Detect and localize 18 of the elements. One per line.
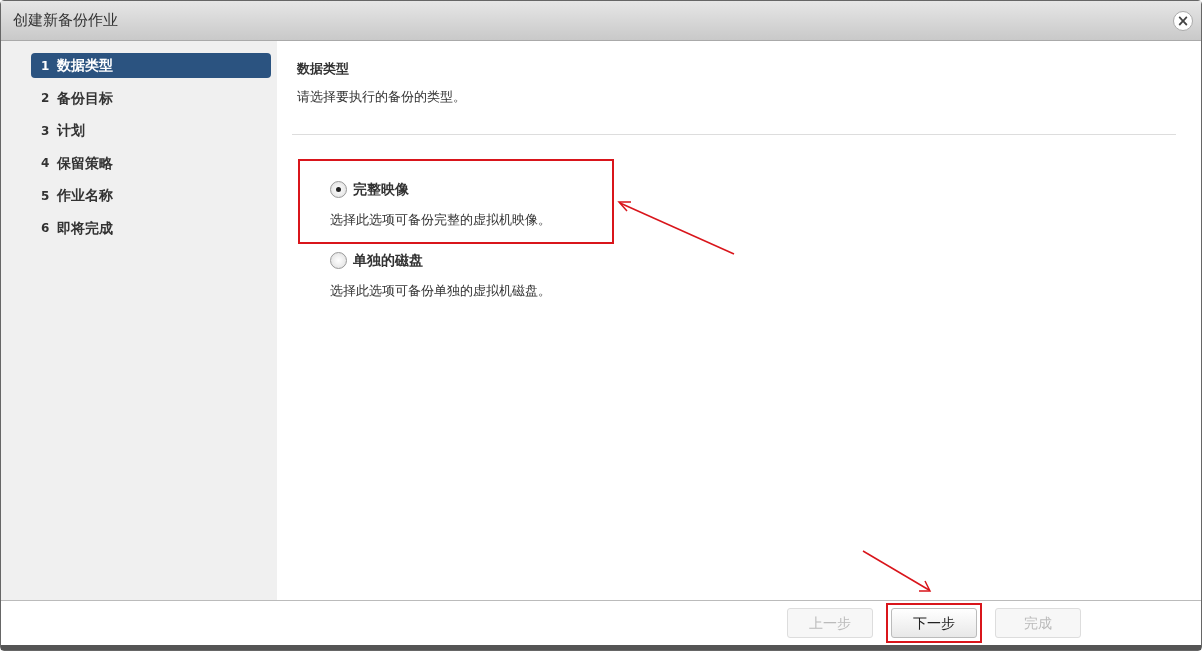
wizard-button[interactable]: 下一步	[891, 608, 977, 638]
page-title: 数据类型	[297, 60, 350, 78]
radio-button[interactable]	[330, 251, 347, 269]
option-description: 选择此选项可备份完整的虚拟机映像。	[330, 211, 552, 229]
option-description: 选择此选项可备份单独的虚拟机磁盘。	[330, 281, 552, 300]
step-item[interactable]: 3 计划	[31, 118, 271, 143]
option-label[interactable]: 单独的磁盘	[353, 249, 423, 271]
window-title: 创建新备份作业	[13, 10, 118, 32]
option-label[interactable]: 完整映像	[353, 179, 409, 200]
step-item[interactable]: 6 即将完成	[31, 215, 271, 241]
step-item[interactable]: 4 保留策略	[31, 150, 271, 176]
step-item[interactable]: 5 作业名称	[31, 183, 271, 208]
page-description: 请选择要执行的备份的类型。	[297, 87, 467, 106]
radio-button[interactable]	[330, 181, 347, 198]
step-item[interactable]: 2 备份目标	[31, 85, 271, 111]
step-item[interactable]: 1 数据类型	[31, 53, 271, 78]
close-button[interactable]: ×	[1173, 10, 1193, 31]
annotation-arrow	[862, 550, 932, 592]
